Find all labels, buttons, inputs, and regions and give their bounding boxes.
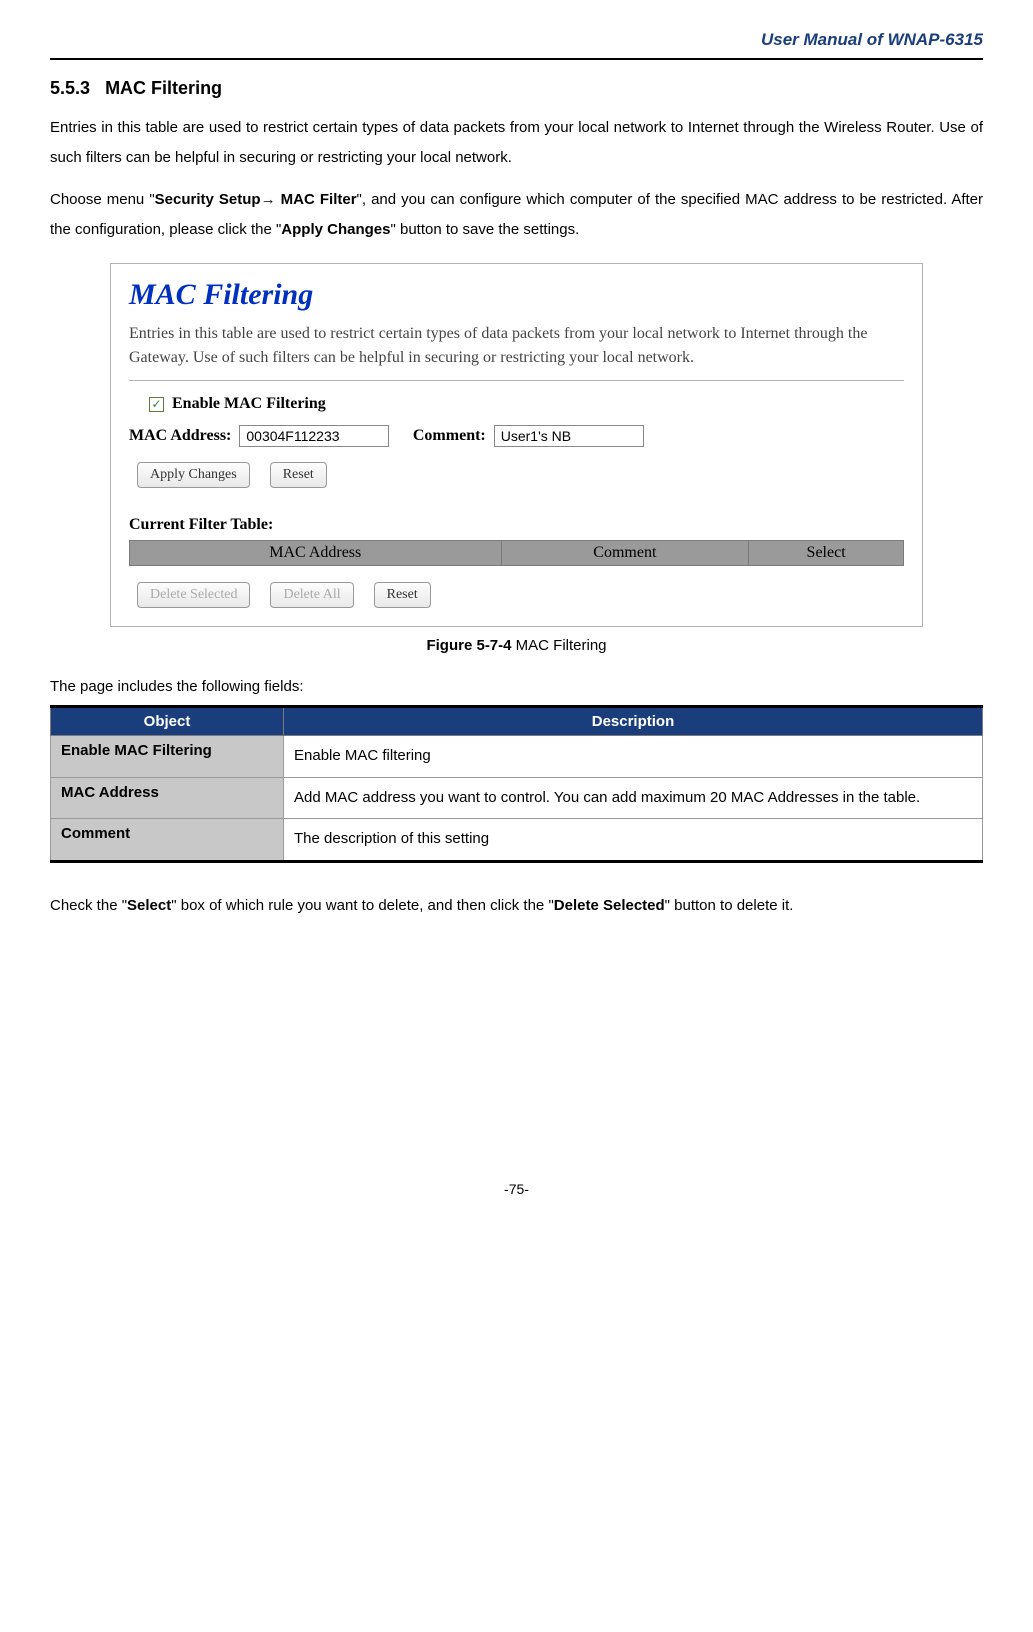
table-row: MAC Address Add MAC address you want to … <box>51 777 983 819</box>
mac-row: MAC Address: Comment: <box>129 425 904 447</box>
filter-table-label: Current Filter Table: <box>129 516 904 534</box>
arrow-icon: → <box>261 191 276 208</box>
row-object: Enable MAC Filtering <box>51 736 284 778</box>
table-header-row: MAC Address Comment Select <box>130 541 904 566</box>
text: Check the " <box>50 897 127 914</box>
table-row: Comment The description of this setting <box>51 819 983 862</box>
text: Choose menu " <box>50 191 155 208</box>
delete-selected-button[interactable]: Delete Selected <box>137 582 250 608</box>
enable-row: ✓ Enable MAC Filtering <box>129 395 904 413</box>
table-header-select: Select <box>749 541 904 566</box>
figure-caption: Figure 5-7-4 MAC Filtering <box>50 637 983 654</box>
header-description: Description <box>284 707 983 736</box>
reset-button[interactable]: Reset <box>270 462 327 488</box>
bold-text: MAC Filter <box>276 191 357 208</box>
table-header-row: Object Description <box>51 707 983 736</box>
comment-label: Comment: <box>413 427 486 445</box>
table-row: Enable MAC Filtering Enable MAC filterin… <box>51 736 983 778</box>
table-header-comment: Comment <box>501 541 749 566</box>
section-heading: 5.5.3 MAC Filtering <box>50 78 983 99</box>
screenshot-title: MAC Filtering <box>129 278 904 312</box>
header-title: User Manual of WNAP-6315 <box>50 30 983 58</box>
row-desc: Add MAC address you want to control. You… <box>284 777 983 819</box>
bold-text: Apply Changes <box>281 221 390 238</box>
row-desc: The description of this setting <box>284 819 983 862</box>
fields-table: Object Description Enable MAC Filtering … <box>50 705 983 863</box>
button-row-2: Delete Selected Delete All Reset <box>137 582 904 608</box>
enable-label: Enable MAC Filtering <box>172 395 326 413</box>
comment-input[interactable] <box>494 425 644 447</box>
figure-label: Figure 5-7-4 <box>426 637 511 654</box>
enable-checkbox[interactable]: ✓ <box>149 397 164 412</box>
divider <box>129 380 904 381</box>
row-object: MAC Address <box>51 777 284 819</box>
page-number: -75- <box>50 1181 983 1197</box>
figure-text: MAC Filtering <box>512 637 607 654</box>
text: " box of which rule you want to delete, … <box>171 897 554 914</box>
intro-paragraph-1: Entries in this table are used to restri… <box>50 113 983 173</box>
mac-address-input[interactable] <box>239 425 389 447</box>
screenshot-description: Entries in this table are used to restri… <box>129 322 904 370</box>
delete-all-button[interactable]: Delete All <box>270 582 353 608</box>
section-title: MAC Filtering <box>105 78 222 98</box>
table-header-mac: MAC Address <box>130 541 502 566</box>
divider <box>50 58 983 60</box>
mac-address-label: MAC Address: <box>129 427 231 445</box>
header-object: Object <box>51 707 284 736</box>
screenshot-panel: MAC Filtering Entries in this table are … <box>110 263 923 627</box>
text: " button to save the settings. <box>390 221 579 238</box>
filter-table: MAC Address Comment Select <box>129 540 904 566</box>
bold-text: Security Setup <box>155 191 261 208</box>
fields-intro: The page includes the following fields: <box>50 678 983 695</box>
row-desc: Enable MAC filtering <box>284 736 983 778</box>
row-object: Comment <box>51 819 284 862</box>
footer-paragraph: Check the "Select" box of which rule you… <box>50 891 983 921</box>
apply-changes-button[interactable]: Apply Changes <box>137 462 250 488</box>
bold-text: Delete Selected <box>554 897 665 914</box>
text: " button to delete it. <box>665 897 794 914</box>
section-number: 5.5.3 <box>50 78 90 98</box>
bold-text: Select <box>127 897 171 914</box>
intro-paragraph-2: Choose menu "Security Setup→ MAC Filter "… <box>50 185 983 245</box>
reset-button-2[interactable]: Reset <box>374 582 431 608</box>
button-row: Apply Changes Reset <box>137 462 904 488</box>
